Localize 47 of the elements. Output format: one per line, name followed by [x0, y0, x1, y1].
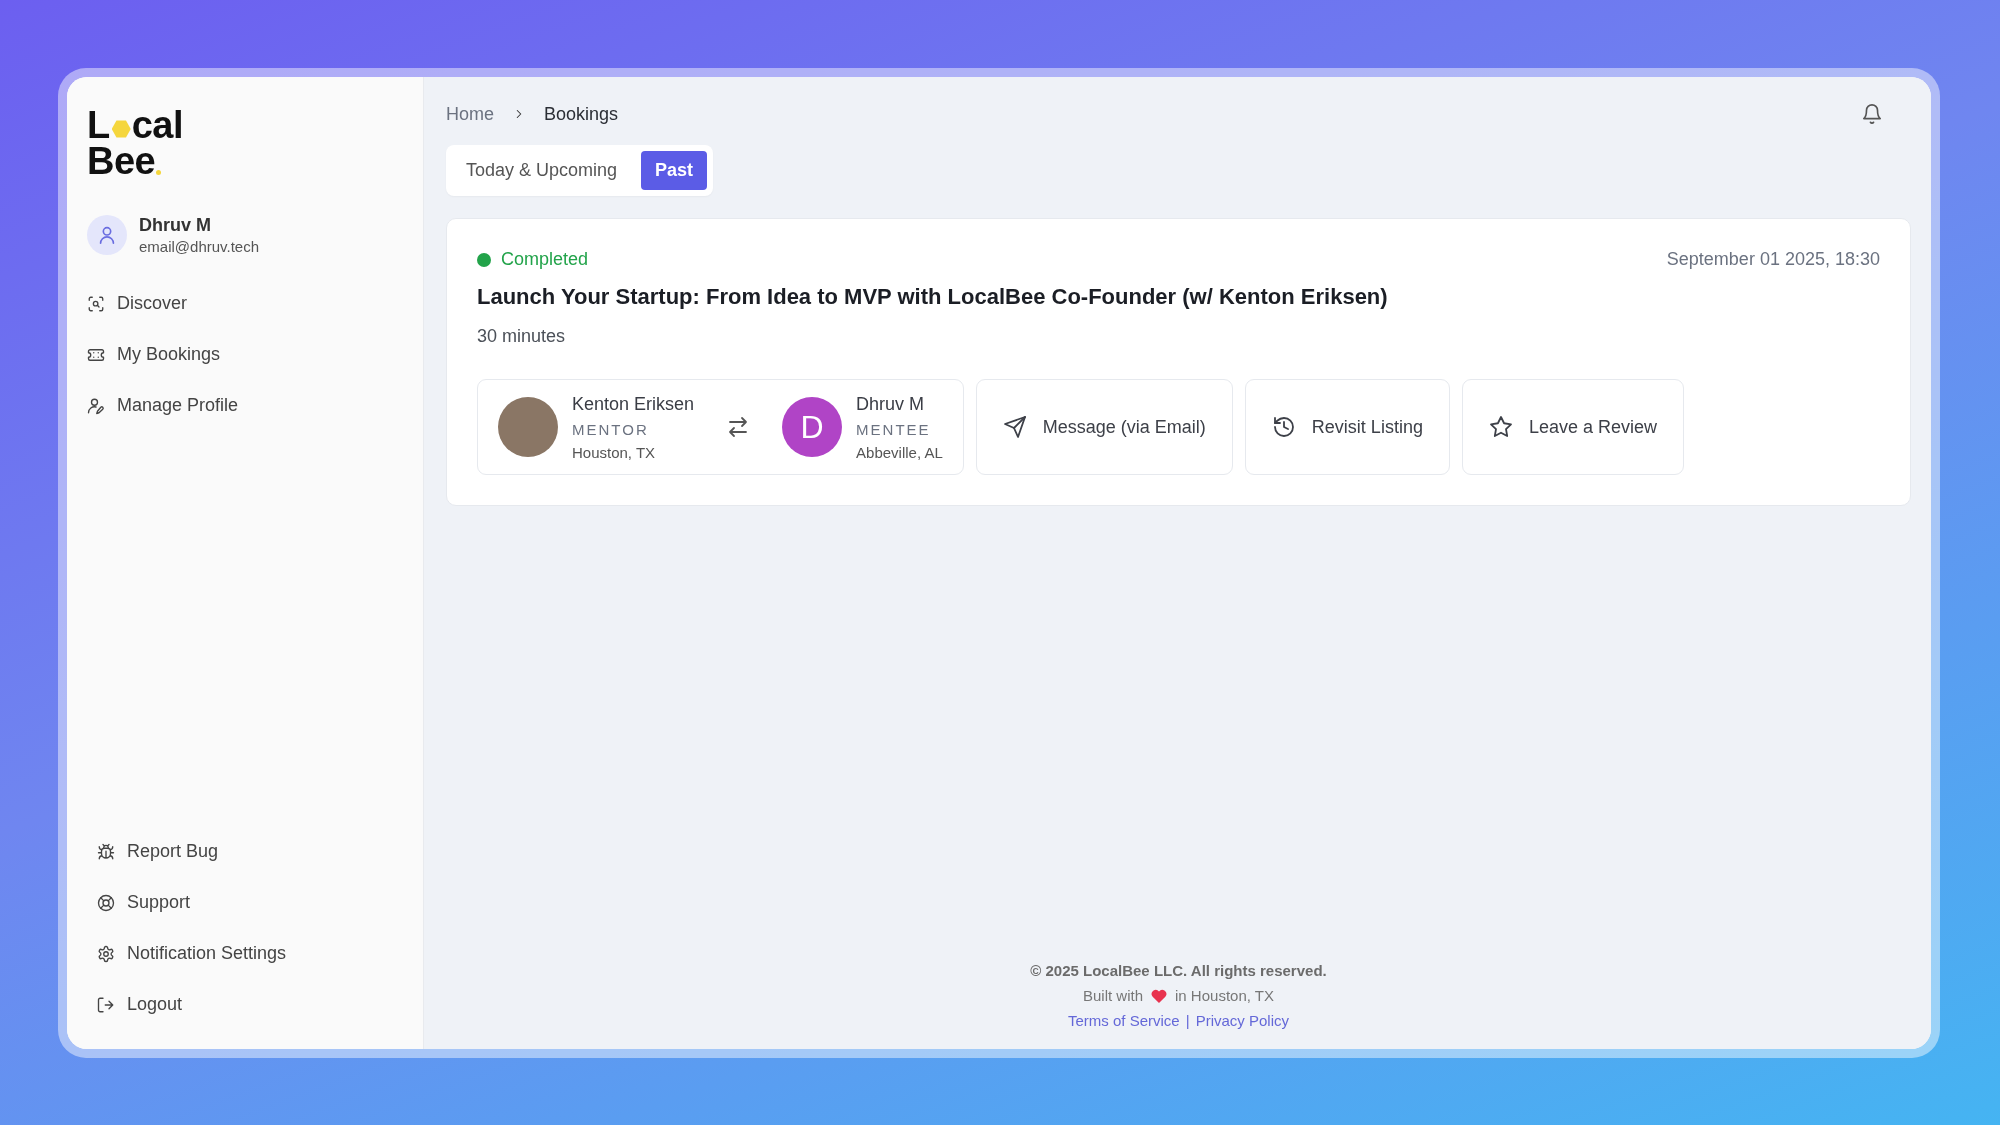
settings-icon [97, 944, 115, 963]
status-label: Completed [501, 249, 589, 270]
nav-link[interactable]: Support [97, 880, 191, 925]
user-pen-icon [87, 396, 105, 415]
tab[interactable]: Past [641, 151, 708, 190]
bug-icon [97, 842, 115, 861]
participant-name: Dhruv M [856, 393, 926, 415]
nav-link[interactable]: My Bookings [87, 332, 221, 377]
lifebuoy-icon [97, 893, 115, 912]
scan-search-icon [87, 294, 105, 313]
action-button[interactable]: Message (via Email) [975, 379, 1233, 475]
user-email: email@dhruv.tech [139, 238, 259, 255]
participant-location: Houston, TX [572, 443, 657, 461]
nav-link[interactable]: Notification Settings [97, 931, 287, 976]
history-icon [1271, 415, 1296, 439]
booking-duration: 30 minutes [477, 326, 567, 347]
footer-link[interactable]: Terms of Service [1068, 1012, 1180, 1029]
booking-datetime: September 01 2025, 18:30 [1666, 249, 1880, 270]
action-button[interactable]: Leave a Review [1461, 379, 1684, 475]
action-button[interactable]: Revisit Listing [1244, 379, 1450, 475]
star-icon [1488, 415, 1513, 439]
avatar: D [782, 397, 843, 457]
built-with-text: Built with [1083, 987, 1144, 1004]
user-name: Dhruv M [139, 215, 212, 236]
booking-title: Launch Your Startup: From Idea to MVP with LocalBee Co-Founder (w/ Kenton Eriksen) [477, 284, 1389, 310]
bell-icon[interactable] [1861, 103, 1883, 125]
photo-placeholder [498, 397, 558, 457]
link-separator: | [1185, 1012, 1190, 1029]
heart-icon [1151, 988, 1168, 1003]
logo: L cal Bee [87, 107, 184, 179]
participant-location: Abbeville, AL [856, 443, 943, 461]
breadcrumb-current: Bookings [544, 103, 619, 125]
participant-name: Kenton Eriksen [572, 393, 695, 415]
nav-link[interactable]: Manage Profile [87, 383, 239, 428]
nav-link[interactable]: Logout [97, 982, 183, 1027]
footer-link[interactable]: Privacy Policy [1195, 1012, 1289, 1029]
nav-link[interactable]: Discover [87, 281, 187, 326]
built-with-text: in Houston, TX [1175, 987, 1274, 1004]
breadcrumb-link[interactable]: Home [446, 103, 494, 125]
logout-icon [97, 995, 115, 1014]
nav-link[interactable]: Report Bug [97, 829, 219, 874]
tab[interactable]: Today & Upcoming [452, 151, 632, 190]
copyright-text: © 2025 LocalBee LLC. All rights reserved. [1030, 962, 1327, 979]
participant-role: MENTEE [856, 420, 932, 438]
send-icon [1002, 415, 1027, 439]
participant-role: MENTOR [572, 420, 650, 438]
avatar-icon [87, 215, 127, 255]
